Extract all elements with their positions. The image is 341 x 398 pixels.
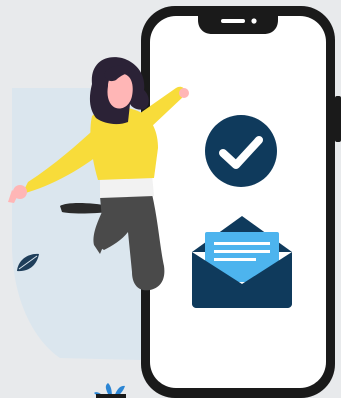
phone-notch [198, 14, 278, 34]
phone-side-button [335, 96, 341, 142]
right-hand [179, 88, 189, 98]
letter-line-3 [214, 258, 256, 261]
letter-line-1 [214, 242, 270, 245]
email-confirmation-illustration [8, 6, 341, 398]
letter-line-2 [214, 250, 270, 253]
check-circle-icon [205, 115, 277, 187]
notch-speaker [221, 19, 245, 23]
potted-plant-icon [94, 383, 126, 398]
phone-screen [150, 16, 326, 388]
notch-camera [251, 18, 257, 24]
